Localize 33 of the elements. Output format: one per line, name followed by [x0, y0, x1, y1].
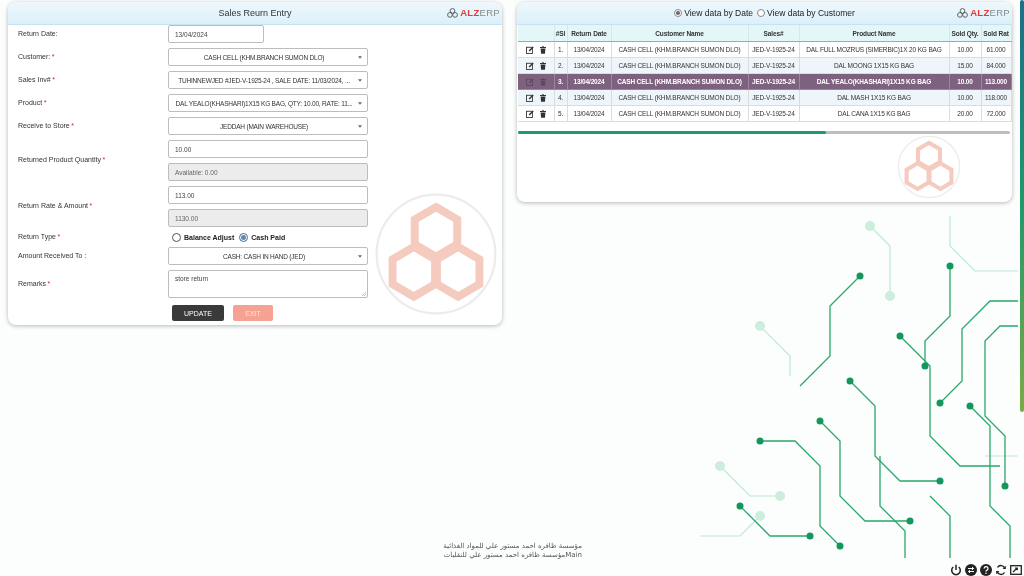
- brand-logo-text: ALZERP: [970, 8, 1010, 18]
- edit-icon[interactable]: [525, 93, 534, 102]
- radio-button[interactable]: [239, 232, 249, 242]
- trash-icon[interactable]: [539, 93, 546, 102]
- page-scrollbar[interactable]: [1020, 0, 1024, 412]
- caret-icon: [358, 78, 362, 82]
- brand-logo-text: ALZERP: [460, 8, 500, 18]
- trash-icon[interactable]: [539, 61, 546, 70]
- radio-button[interactable]: [172, 232, 181, 242]
- edit-icon[interactable]: [525, 109, 534, 118]
- form-title: Sales Reurn Entry: [218, 8, 292, 18]
- caret-icon: [358, 55, 362, 59]
- logo-icon: [447, 8, 459, 18]
- fullscreen-icon[interactable]: [1010, 564, 1022, 576]
- caret-icon: [358, 124, 362, 128]
- trash-icon[interactable]: [539, 45, 546, 54]
- horizontal-scrollbar[interactable]: [518, 131, 1010, 134]
- power-icon[interactable]: [950, 564, 962, 576]
- logo-icon: [957, 8, 969, 18]
- edit-icon[interactable]: [525, 61, 534, 70]
- view-option[interactable]: View data by Date: [674, 8, 754, 18]
- edit-icon[interactable]: [525, 45, 534, 54]
- resize-grip-icon[interactable]: [362, 292, 366, 296]
- view-option[interactable]: View data by Customer: [757, 8, 855, 18]
- radio-button[interactable]: [757, 9, 766, 17]
- trash-icon[interactable]: [539, 109, 546, 118]
- logo-watermark-drawing: [897, 135, 961, 199]
- scrollbar-thumb[interactable]: [518, 131, 826, 134]
- caret-icon: [358, 254, 362, 258]
- refresh-icon[interactable]: [995, 564, 1007, 576]
- caret-icon: [358, 101, 362, 105]
- help-icon[interactable]: [980, 564, 992, 576]
- swap-icon[interactable]: [965, 564, 977, 576]
